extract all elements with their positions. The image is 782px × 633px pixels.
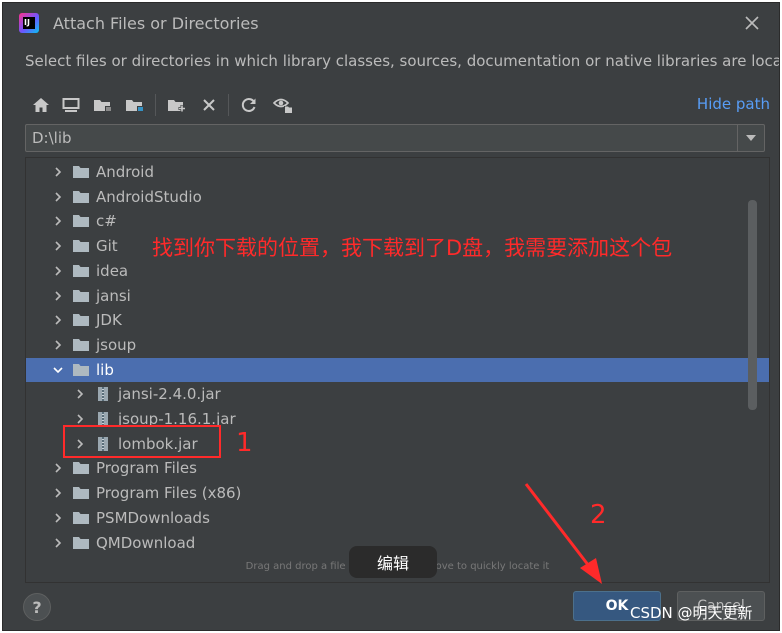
tree-item-label: Program Files [96, 459, 197, 478]
intellij-logo-icon: IJ [19, 13, 39, 33]
annotation-step-1: 1 [236, 428, 253, 458]
desktop-icon [62, 98, 80, 112]
tree-item-label: QMDownload [96, 533, 196, 552]
new-folder-icon [168, 100, 186, 112]
chevron-right-icon[interactable] [52, 191, 64, 203]
desktop-button[interactable] [59, 93, 83, 117]
tree-item-folder[interactable]: Program Files [26, 456, 769, 480]
folder-icon [73, 487, 89, 500]
tree-item-label: jansi-2.4.0.jar [118, 385, 221, 404]
title-bar: IJ Attach Files or Directories [3, 3, 779, 43]
folder-icon [73, 462, 89, 475]
tree-item-folder[interactable]: AndroidStudio [26, 185, 769, 209]
chevron-down-icon [746, 135, 756, 141]
hide-path-link[interactable]: Hide path [697, 95, 770, 113]
chevron-right-icon[interactable] [52, 290, 64, 302]
chevron-right-icon[interactable] [74, 413, 86, 425]
folder-icon [73, 363, 89, 376]
tree-item-label: Program Files (x86) [96, 484, 242, 503]
show-hidden-button[interactable] [271, 93, 295, 117]
new-folder-button[interactable] [165, 93, 189, 117]
path-dropdown-button[interactable] [737, 125, 764, 151]
tree-item-label: idea [96, 261, 129, 280]
tree-item-folder[interactable]: jansi [26, 284, 769, 308]
toolbar-separator [155, 94, 156, 116]
chevron-right-icon[interactable] [52, 314, 64, 326]
folder-icon [73, 289, 89, 302]
csdn-watermark: CSDN @明天更新 [630, 604, 753, 622]
folder-icon [73, 166, 89, 178]
tree-item-label: jsoup [96, 335, 137, 354]
chevron-right-icon[interactable] [52, 462, 64, 474]
tree-item-label: c# [96, 212, 117, 231]
edit-tooltip: 编辑 [349, 546, 437, 578]
folder-icon [73, 338, 89, 351]
toolbar-separator [228, 94, 229, 116]
chevron-right-icon[interactable] [52, 166, 64, 178]
close-icon [745, 16, 759, 30]
tree-item-folder[interactable]: c# [26, 209, 769, 233]
tree-item-folder[interactable]: JDK [26, 308, 769, 332]
chevron-right-icon[interactable] [52, 537, 64, 549]
annotation-instruction: 找到你下载的位置，我下载到了D盘，我需要添加这个包 [152, 236, 673, 260]
dialog-title: Attach Files or Directories [53, 14, 259, 33]
attach-files-dialog: IJ Attach Files or Directories Select fi… [2, 2, 780, 631]
tree-item-folder[interactable]: Program Files (x86) [26, 481, 769, 505]
toolbar: Hide path [25, 91, 770, 119]
path-input[interactable]: D:\lib [25, 124, 765, 152]
project-folder-icon [94, 100, 112, 112]
delete-icon [203, 99, 215, 111]
folder-icon [73, 264, 89, 277]
folder-icon [73, 240, 89, 253]
folder-icon [73, 511, 89, 524]
module-folder-icon [126, 100, 144, 112]
home-icon [33, 98, 49, 112]
folder-icon [73, 215, 89, 228]
tree-item-label: AndroidStudio [96, 187, 202, 206]
dialog-description: Select files or directories in which lib… [25, 52, 780, 70]
close-button[interactable] [741, 12, 763, 34]
tree-item-label: JDK [96, 311, 122, 330]
tree-item-folder[interactable]: idea [26, 259, 769, 283]
tree-item-label: Git [96, 237, 118, 256]
tree-item-folder[interactable]: PSMDownloads [26, 506, 769, 530]
chevron-right-icon[interactable] [52, 487, 64, 499]
project-folder-button[interactable] [91, 93, 115, 117]
tree-item-folder[interactable]: Android [26, 160, 769, 184]
chevron-right-icon[interactable] [52, 339, 64, 351]
chevron-right-icon[interactable] [52, 215, 64, 227]
file-tree[interactable]: Android AndroidStudio c# Git idea jansi JDK jso… [25, 157, 770, 583]
tree-item-label: lib [96, 360, 114, 379]
tree-item-folder[interactable]: lib [26, 357, 769, 382]
tree-item-jar[interactable]: jansi-2.4.0.jar [26, 382, 769, 406]
annotation-highlight-box [63, 425, 221, 458]
path-value: D:\lib [32, 129, 72, 147]
chevron-right-icon[interactable] [52, 265, 64, 277]
show-hidden-icon [273, 98, 292, 113]
tree-item-label: Android [96, 163, 154, 181]
tree-item-label: PSMDownloads [96, 508, 210, 527]
tree-item-label: jansi [96, 286, 131, 305]
chevron-right-icon[interactable] [74, 388, 86, 400]
home-button[interactable] [29, 93, 53, 117]
help-button[interactable]: ? [23, 593, 51, 621]
vertical-scrollbar[interactable] [748, 200, 757, 410]
folder-icon [73, 536, 89, 549]
folder-icon [73, 314, 89, 327]
module-folder-button[interactable] [123, 93, 147, 117]
chevron-right-icon[interactable] [52, 512, 64, 524]
chevron-down-icon[interactable] [52, 364, 64, 376]
jar-archive-icon [98, 387, 108, 402]
tree-item-folder[interactable]: jsoup [26, 333, 769, 357]
folder-icon [73, 190, 89, 203]
refresh-button[interactable] [237, 93, 261, 117]
delete-button[interactable] [197, 93, 221, 117]
chevron-right-icon[interactable] [52, 240, 64, 252]
refresh-icon [241, 98, 256, 112]
annotation-arrow-icon [524, 483, 602, 584]
